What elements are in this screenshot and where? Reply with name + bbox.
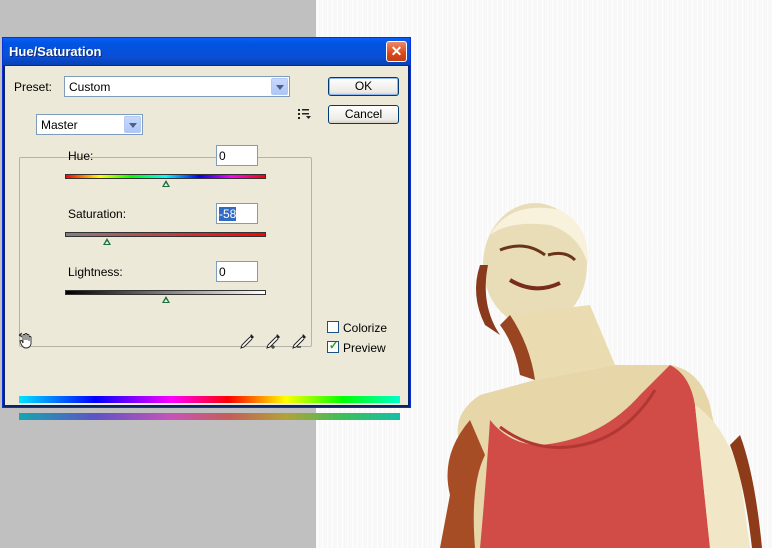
dialog-titlebar[interactable]: Hue/Saturation ✕ [3,38,410,66]
close-button[interactable]: ✕ [386,41,407,62]
preview-label: Preview [343,341,386,355]
chevron-down-icon[interactable] [271,78,288,95]
hue-slider-thumb[interactable] [161,180,170,187]
saturation-slider-track[interactable] [65,232,266,237]
lightness-slider-thumb[interactable] [161,296,170,303]
saturation-slider-thumb[interactable] [103,238,112,245]
channel-select[interactable]: Master [36,114,143,135]
photo-subject [440,203,762,548]
lightness-input[interactable]: 0 [216,261,258,282]
preset-label: Preset: [14,80,53,94]
lightness-value: 0 [219,265,226,279]
ok-button[interactable]: OK [328,77,399,96]
chevron-down-icon[interactable] [124,116,141,133]
colorize-checkbox[interactable] [327,321,339,333]
input-color-bar [19,396,400,403]
hue-value: 0 [219,149,226,163]
preview-checkbox[interactable] [327,339,339,353]
lightness-label: Lightness: [68,265,123,279]
hue-slider-track[interactable] [65,174,266,179]
colorize-label: Colorize [343,321,388,335]
channel-value: Master [41,118,78,132]
dialog-title: Hue/Saturation [9,44,102,59]
saturation-label: Saturation: [68,207,127,221]
saturation-value: -58 [219,207,237,221]
eyedropper-add-icon[interactable] [265,332,281,350]
targeted-adjustment-hand-icon[interactable] [18,332,34,350]
hue-label: Hue: [68,149,94,163]
saturation-input[interactable]: -58 [216,203,258,224]
preset-menu-icon[interactable] [298,108,312,120]
cancel-button[interactable]: Cancel [328,105,399,124]
dialog-client: Preset: Custom OK Cancel Master Hue: 0 S… [6,66,407,420]
preset-select[interactable]: Custom [64,76,290,97]
output-color-bar [19,413,400,420]
hue-input[interactable]: 0 [216,145,258,166]
hue-saturation-dialog: Hue/Saturation ✕ Preset: Custom OK Cance… [2,37,411,420]
preset-value: Custom [69,80,111,94]
eyedropper-subtract-icon[interactable] [291,332,307,350]
eyedropper-icon[interactable] [239,332,255,350]
lightness-slider-track[interactable] [65,290,266,295]
